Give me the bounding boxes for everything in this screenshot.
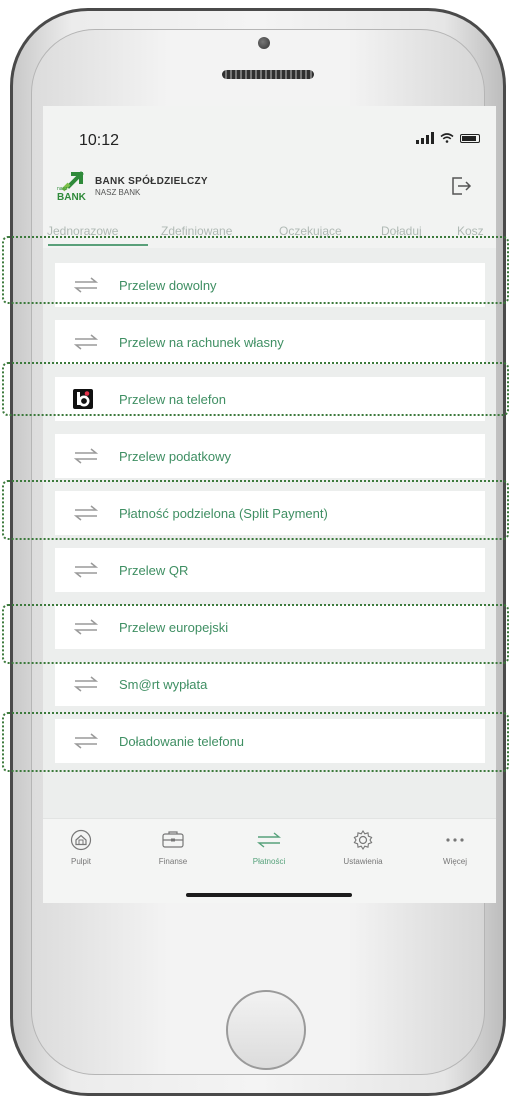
tabbar-label: Płatności xyxy=(252,857,286,866)
bottom-tab-bar: Pulpit Finanse Płatności Ustawienia Więc… xyxy=(43,818,496,903)
transfer-option[interactable]: Przelew QR xyxy=(55,548,485,592)
transfer-arrows-icon xyxy=(73,560,99,580)
tabbar-label: Finanse xyxy=(158,857,188,866)
tabbar-label: Więcej xyxy=(442,857,467,866)
battery-icon xyxy=(460,133,480,143)
bank-logo-icon: BANK nasz xyxy=(57,171,87,203)
status-bar: 10:12 xyxy=(43,106,496,166)
status-icons xyxy=(416,132,480,144)
highlight-przelew-europejski xyxy=(2,604,509,664)
svg-text:nasz: nasz xyxy=(57,186,68,192)
tabbar-item-ustawienia[interactable]: Ustawienia xyxy=(328,829,398,866)
wallet-icon xyxy=(138,829,208,851)
logout-icon[interactable] xyxy=(450,174,472,198)
transfer-arrows-icon xyxy=(73,332,99,352)
speaker-grille xyxy=(222,70,314,79)
highlight-przelew-na-telefon xyxy=(2,362,509,416)
home-icon xyxy=(46,829,116,851)
camera xyxy=(258,37,270,49)
transfer-option-label: Przelew QR xyxy=(119,562,189,578)
tabbar-item-wiecej[interactable]: Więcej xyxy=(420,829,490,866)
transfer-option[interactable]: Przelew podatkowy xyxy=(55,434,485,478)
bank-name: BANK SPÓŁDZIELCZY xyxy=(95,176,208,187)
tabbar-item-pulpit[interactable]: Pulpit xyxy=(46,829,116,866)
more-dots-icon xyxy=(420,829,490,851)
status-time: 10:12 xyxy=(79,132,120,149)
tabbar-label: Ustawienia xyxy=(343,857,383,866)
bank-subtitle: NASZ BANK xyxy=(95,188,141,197)
home-indicator xyxy=(186,893,352,897)
transfer-arrows-icon xyxy=(73,674,99,694)
transfer-option[interactable]: Przelew na rachunek własny xyxy=(55,320,485,364)
svg-text:BANK: BANK xyxy=(57,192,87,203)
tabbar-item-finanse[interactable]: Finanse xyxy=(138,829,208,866)
transfer-option-label: Przelew podatkowy xyxy=(119,448,231,464)
signal-icon xyxy=(416,132,434,144)
transfer-option-label: Przelew na rachunek własny xyxy=(119,334,284,350)
wifi-icon xyxy=(440,133,454,143)
tabbar-item-platnosci[interactable]: Płatności xyxy=(234,829,304,866)
transfer-arrows-icon xyxy=(73,446,99,466)
transfer-option[interactable]: Sm@rt wypłata xyxy=(55,662,485,706)
transfer-arrows-icon xyxy=(234,829,304,851)
highlight-doladowanie-telefonu xyxy=(2,712,509,772)
tabbar-label: Pulpit xyxy=(70,857,91,866)
highlight-przelew-dowolny xyxy=(2,236,509,304)
home-button[interactable] xyxy=(226,990,306,1070)
transfer-option-label: Sm@rt wypłata xyxy=(119,676,208,692)
gear-icon xyxy=(328,829,398,851)
highlight-split-payment xyxy=(2,480,509,540)
app-header: BANK nasz BANK SPÓŁDZIELCZY NASZ BANK xyxy=(43,166,496,214)
